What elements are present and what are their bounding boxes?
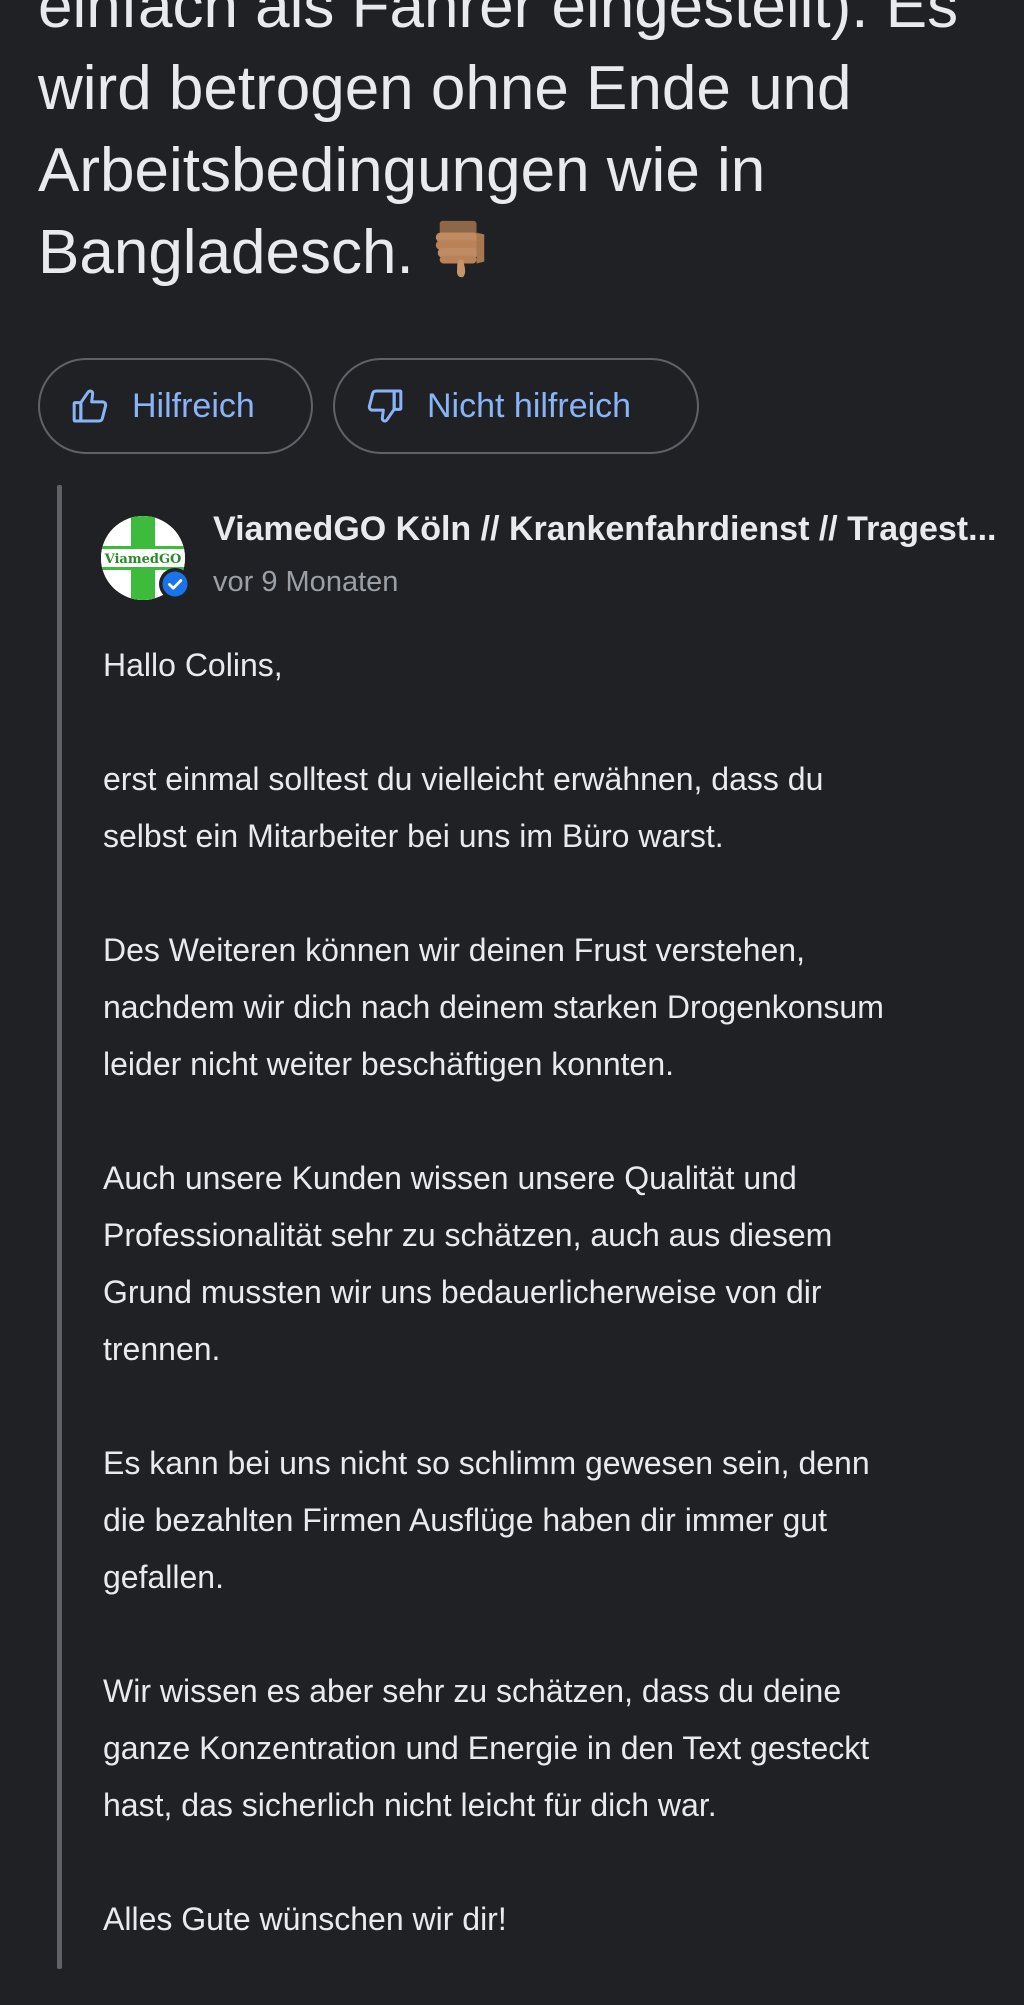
reply-paragraph: Alles Gute wünschen wir dir! [103, 1891, 1003, 1948]
reply-timestamp: vor 9 Monaten [213, 566, 399, 598]
reply-line: Wir wissen es aber sehr zu schätzen, das… [103, 1673, 842, 1709]
not-helpful-button[interactable]: Nicht hilfreich [333, 358, 699, 454]
owner-reply-text: Hallo Colins, erst einmal solltest du vi… [103, 637, 1003, 2005]
reply-line: Professionalität sehr zu schätzen, auch … [103, 1217, 833, 1253]
review-text-last-line: Bangladesch. [38, 218, 414, 287]
reply-line: die bezahlten Firmen Ausflüge haben dir … [103, 1502, 827, 1538]
reply-line: erst einmal solltest du vielleicht erwäh… [103, 761, 824, 797]
review-text-line: Bangladesch. [38, 212, 998, 300]
review-text-line: Arbeitsbedingungen wie in [38, 136, 766, 205]
reply-line: nachdem wir dich nach deinem starken Dro… [103, 989, 884, 1025]
reply-paragraph: Es kann bei uns nicht so schlimm gewesen… [103, 1435, 1003, 1606]
review-text: einfach als Fahrer eingestellt). Es wird… [38, 0, 998, 300]
helpful-label: Hilfreich [132, 386, 255, 425]
owner-name[interactable]: ViamedGO Köln // Krankenfahrdienst // Tr… [213, 510, 1013, 549]
owner-avatar-logo-text: ViamedGO [104, 552, 182, 567]
reply-paragraph: Auch unsere Kunden wissen unsere Qualitä… [103, 1150, 1003, 1378]
not-helpful-label: Nicht hilfreich [427, 386, 632, 425]
thumb-down-outline-icon [365, 386, 405, 426]
review-actions: Hilfreich Nicht hilfreich [38, 358, 699, 454]
reply-line: leider nicht weiter beschäftigen konnten… [103, 1046, 675, 1082]
reply-line: Des Weiteren können wir deinen Frust ver… [103, 932, 805, 968]
reply-paragraph: Des Weiteren können wir deinen Frust ver… [103, 922, 1003, 1093]
reply-paragraph: Wir wissen es aber sehr zu schätzen, das… [103, 1663, 1003, 1834]
thumb-up-outline-icon [70, 386, 110, 426]
review-text-line: einfach als Fahrer eingestellt). Es [38, 0, 959, 41]
reply-paragraph: erst einmal solltest du vielleicht erwäh… [103, 751, 1003, 865]
reply-line: hast, das sicherlich nicht leicht für di… [103, 1787, 717, 1823]
reply-line: Alles Gute wünschen wir dir! [103, 1901, 507, 1937]
reply-line: Grund mussten wir uns bedauerlicherweise… [103, 1274, 822, 1310]
reply-line: Hallo Colins, [103, 647, 283, 683]
reply-line: Es kann bei uns nicht so schlimm gewesen… [103, 1445, 870, 1481]
reply-paragraph: Hallo Colins, [103, 637, 1003, 694]
reply-indent-bar [57, 485, 62, 1969]
thumbs-down-emoji-icon [430, 217, 492, 300]
reply-line: selbst ein Mitarbeiter bei uns im Büro w… [103, 818, 724, 854]
reply-line: trennen. [103, 1331, 221, 1367]
reply-line: ganze Konzentration und Energie in den T… [103, 1730, 870, 1766]
review-text-line: wird betrogen ohne Ende und [38, 54, 852, 123]
verified-badge-icon [158, 567, 192, 601]
helpful-button[interactable]: Hilfreich [38, 358, 313, 454]
reply-line: Auch unsere Kunden wissen unsere Qualitä… [103, 1160, 797, 1196]
reply-line: gefallen. [103, 1559, 224, 1595]
